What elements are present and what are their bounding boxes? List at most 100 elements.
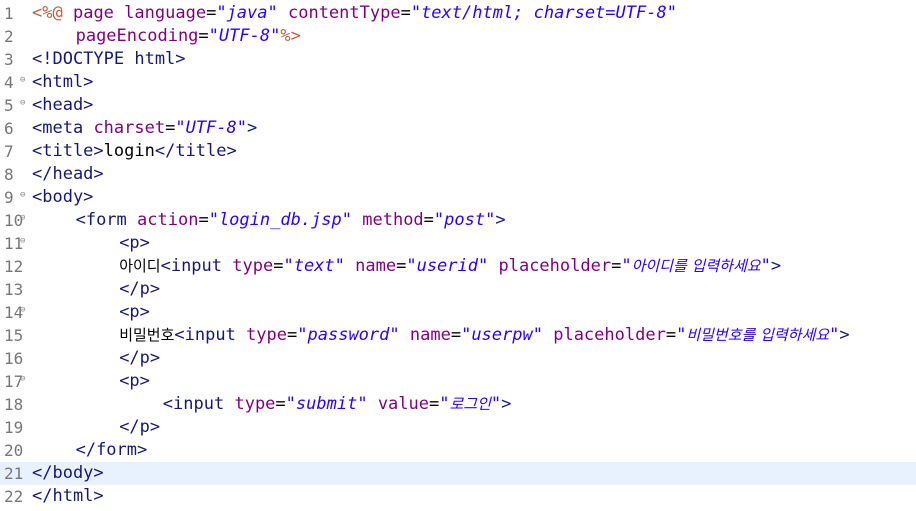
code-token: " — [621, 256, 632, 276]
code-token: > — [839, 325, 850, 345]
code-line[interactable]: 18 <input type="submit" value="로그인"> — [0, 393, 916, 416]
line-gutter: 14 ⊖ — [0, 301, 32, 324]
code-line[interactable]: 17 ⊖ <p> — [0, 370, 916, 393]
code-token: </p> — [119, 279, 161, 299]
code-text: <title>login</title> — [32, 140, 237, 163]
code-line[interactable]: 14 ⊖ <p> — [0, 301, 916, 324]
line-number: 12 — [4, 257, 24, 276]
code-line[interactable]: 21 </body> — [0, 462, 916, 485]
code-token: "UTF-8" — [208, 26, 281, 46]
fold-toggle-icon[interactable]: ⊖ — [20, 99, 28, 108]
code-token: </p> — [119, 417, 161, 437]
code-token: </head> — [32, 164, 104, 184]
code-text: <input type="submit" value="로그인"> — [32, 393, 512, 416]
fold-toggle-icon[interactable]: ⊖ — [20, 191, 28, 200]
code-token: placeholder — [553, 325, 666, 345]
code-token: charset — [93, 118, 166, 138]
code-token: "UTF-8" — [175, 118, 247, 138]
code-token: 아이디를 입력하세요 — [631, 257, 761, 275]
code-line[interactable]: 13 </p> — [0, 278, 916, 301]
code-token: = — [198, 210, 209, 230]
line-number: 15 — [4, 326, 24, 345]
code-text: <meta charset="UTF-8"> — [32, 117, 257, 140]
code-token: > — [247, 118, 258, 138]
code-token: page — [72, 3, 114, 23]
code-token: > — [501, 394, 512, 414]
fold-toggle-icon[interactable]: ⊖ — [20, 375, 28, 384]
line-gutter: 13 — [0, 278, 32, 301]
code-line[interactable]: 19 </p> — [0, 416, 916, 439]
code-token: contentType — [287, 3, 401, 23]
code-line[interactable]: 12 아이디<input type="text" name="userid" pl… — [0, 255, 916, 278]
code-line[interactable]: 6 <meta charset="UTF-8"> — [0, 117, 916, 140]
code-line[interactable]: 20 </form> — [0, 439, 916, 462]
code-text: <head> — [32, 94, 93, 117]
line-gutter: 21 — [0, 462, 32, 485]
code-token: " — [439, 394, 450, 414]
code-text: </form> — [32, 439, 148, 462]
line-number: 2 — [4, 27, 14, 46]
fold-toggle-icon[interactable]: ⊖ — [20, 76, 28, 85]
code-line[interactable]: 10 ⊖ <form action="login_db.jsp" method="p… — [0, 209, 916, 232]
code-token: "login_db.jsp" — [208, 210, 352, 230]
code-line[interactable]: 4 ⊖ <html> — [0, 71, 916, 94]
code-line[interactable]: 2 pageEncoding="UTF-8"%> — [0, 25, 916, 48]
line-gutter: 22 — [0, 485, 32, 508]
code-token: name — [409, 325, 451, 345]
line-gutter: 5 ⊖ — [0, 94, 32, 117]
code-text: </html> — [32, 485, 104, 508]
code-editor[interactable]: 1 <%@ page language="java" contentType="t… — [0, 0, 916, 511]
code-text: </p> — [32, 347, 160, 370]
fold-toggle-icon[interactable]: ⊖ — [20, 306, 28, 315]
code-token: type — [232, 256, 274, 276]
line-gutter: 1 — [0, 2, 32, 25]
code-line[interactable]: 5 ⊖ <head> — [0, 94, 916, 117]
code-text: <p> — [32, 301, 150, 324]
code-line[interactable]: 7 <title>login</title> — [0, 140, 916, 163]
code-token: = — [206, 3, 217, 23]
code-token: "userpw" — [461, 325, 543, 345]
fold-toggle-icon[interactable]: ⊖ — [20, 237, 28, 246]
line-number: 8 — [4, 165, 14, 184]
line-number: 9 — [4, 188, 14, 207]
code-line[interactable]: 22 </html> — [0, 485, 916, 508]
code-line[interactable]: 11 ⊖ <p> — [0, 232, 916, 255]
code-token: = — [287, 325, 298, 345]
code-token: login — [103, 141, 155, 161]
code-line[interactable]: 1 <%@ page language="java" contentType="t… — [0, 2, 916, 25]
code-token: method — [362, 210, 424, 230]
code-token: = — [450, 325, 462, 345]
line-number: 21 — [4, 464, 24, 483]
code-token: = — [423, 210, 434, 230]
fold-toggle-icon[interactable]: ⊖ — [20, 214, 28, 223]
code-token: = — [273, 256, 284, 276]
code-line[interactable]: 16 </p> — [0, 347, 916, 370]
line-gutter: 18 — [0, 393, 32, 416]
line-number: 4 — [4, 73, 14, 92]
code-text: <html> — [32, 71, 93, 94]
code-line[interactable]: 8 </head> — [0, 163, 916, 186]
code-text: 아이디<input type="text" name="userid" plac… — [32, 255, 781, 278]
code-token: = — [198, 26, 209, 46]
code-token: = — [165, 118, 176, 138]
code-line[interactable]: 3 <!DOCTYPE html> — [0, 48, 916, 71]
code-token: = — [665, 325, 677, 345]
code-token: "submit" — [285, 394, 368, 414]
code-token: " — [760, 256, 771, 276]
code-line[interactable]: 9 ⊖ <body> — [0, 186, 916, 209]
code-token: 아이디 — [119, 257, 161, 275]
code-token: <meta — [32, 118, 84, 138]
code-token: action — [137, 210, 199, 230]
code-token: <html> — [32, 72, 94, 92]
code-line[interactable]: 15 비밀번호<input type="password" name="userp… — [0, 324, 916, 347]
line-gutter: 20 — [0, 439, 32, 462]
line-number: 3 — [4, 50, 14, 69]
code-token: <title> — [32, 141, 104, 161]
